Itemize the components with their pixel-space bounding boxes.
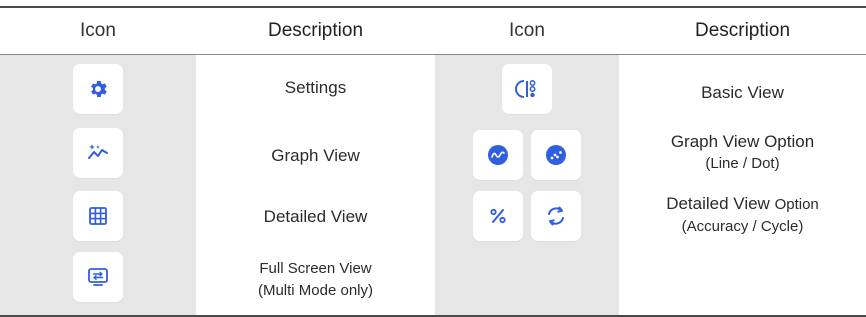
- monitor-swap-icon: [88, 268, 108, 286]
- description-full-screen-view-sublabel: (Multi Mode only): [257, 282, 374, 299]
- description-graph-view-option: Graph View Option (Line / Dot): [619, 131, 866, 175]
- gear-icon: [91, 81, 107, 97]
- cycle-icon: [548, 206, 564, 226]
- basic-view-icon: [515, 80, 536, 98]
- icon-description-table: Icon Description Icon Description Settin…: [0, 0, 866, 317]
- description-full-screen-view-label: Full Screen View: [259, 260, 372, 277]
- description-detailed-view-option-sublabel: (Accuracy / Cycle): [681, 218, 804, 235]
- description-graph-view: Graph View: [271, 146, 360, 165]
- dot-graph-icon: [546, 145, 566, 165]
- header-description-1: Description: [267, 20, 364, 41]
- percent-icon: [490, 208, 506, 224]
- description-detailed-view-option-suffix: Option: [774, 196, 819, 213]
- description-detailed-view-option: Detailed View Option (Accuracy / Cycle): [619, 193, 866, 238]
- basic-view-icon-tile: [502, 64, 552, 114]
- description-detailed-view: Detailed View: [263, 207, 368, 226]
- cycle-icon-tile: [531, 191, 581, 241]
- header-rule: [0, 54, 866, 55]
- line-graph-icon-tile: [473, 130, 523, 180]
- description-full-screen-view: Full Screen View (Multi Mode only): [196, 258, 435, 302]
- line-graph-icon: [488, 145, 508, 165]
- dot-graph-icon-tile: [531, 130, 581, 180]
- percent-icon-tile: [473, 191, 523, 241]
- graph-view-icon-tile: [73, 128, 123, 178]
- settings-icon-tile: [73, 64, 123, 114]
- description-settings: Settings: [284, 78, 347, 97]
- description-graph-view-option-label: Graph View Option: [670, 132, 815, 151]
- description-basic-view: Basic View: [701, 83, 784, 102]
- header-icon-2: Icon: [509, 20, 545, 41]
- full-screen-view-icon-tile: [73, 252, 123, 302]
- header-icon-1: Icon: [80, 20, 116, 41]
- sparkle-graph-icon: [88, 144, 108, 159]
- description-detailed-view-option-label: Detailed View: [666, 194, 770, 213]
- description-graph-view-option-sublabel: (Line / Dot): [705, 155, 780, 172]
- grid-table-icon: [89, 207, 107, 225]
- detailed-view-icon-tile: [73, 191, 123, 241]
- header-description-2: Description: [694, 20, 791, 41]
